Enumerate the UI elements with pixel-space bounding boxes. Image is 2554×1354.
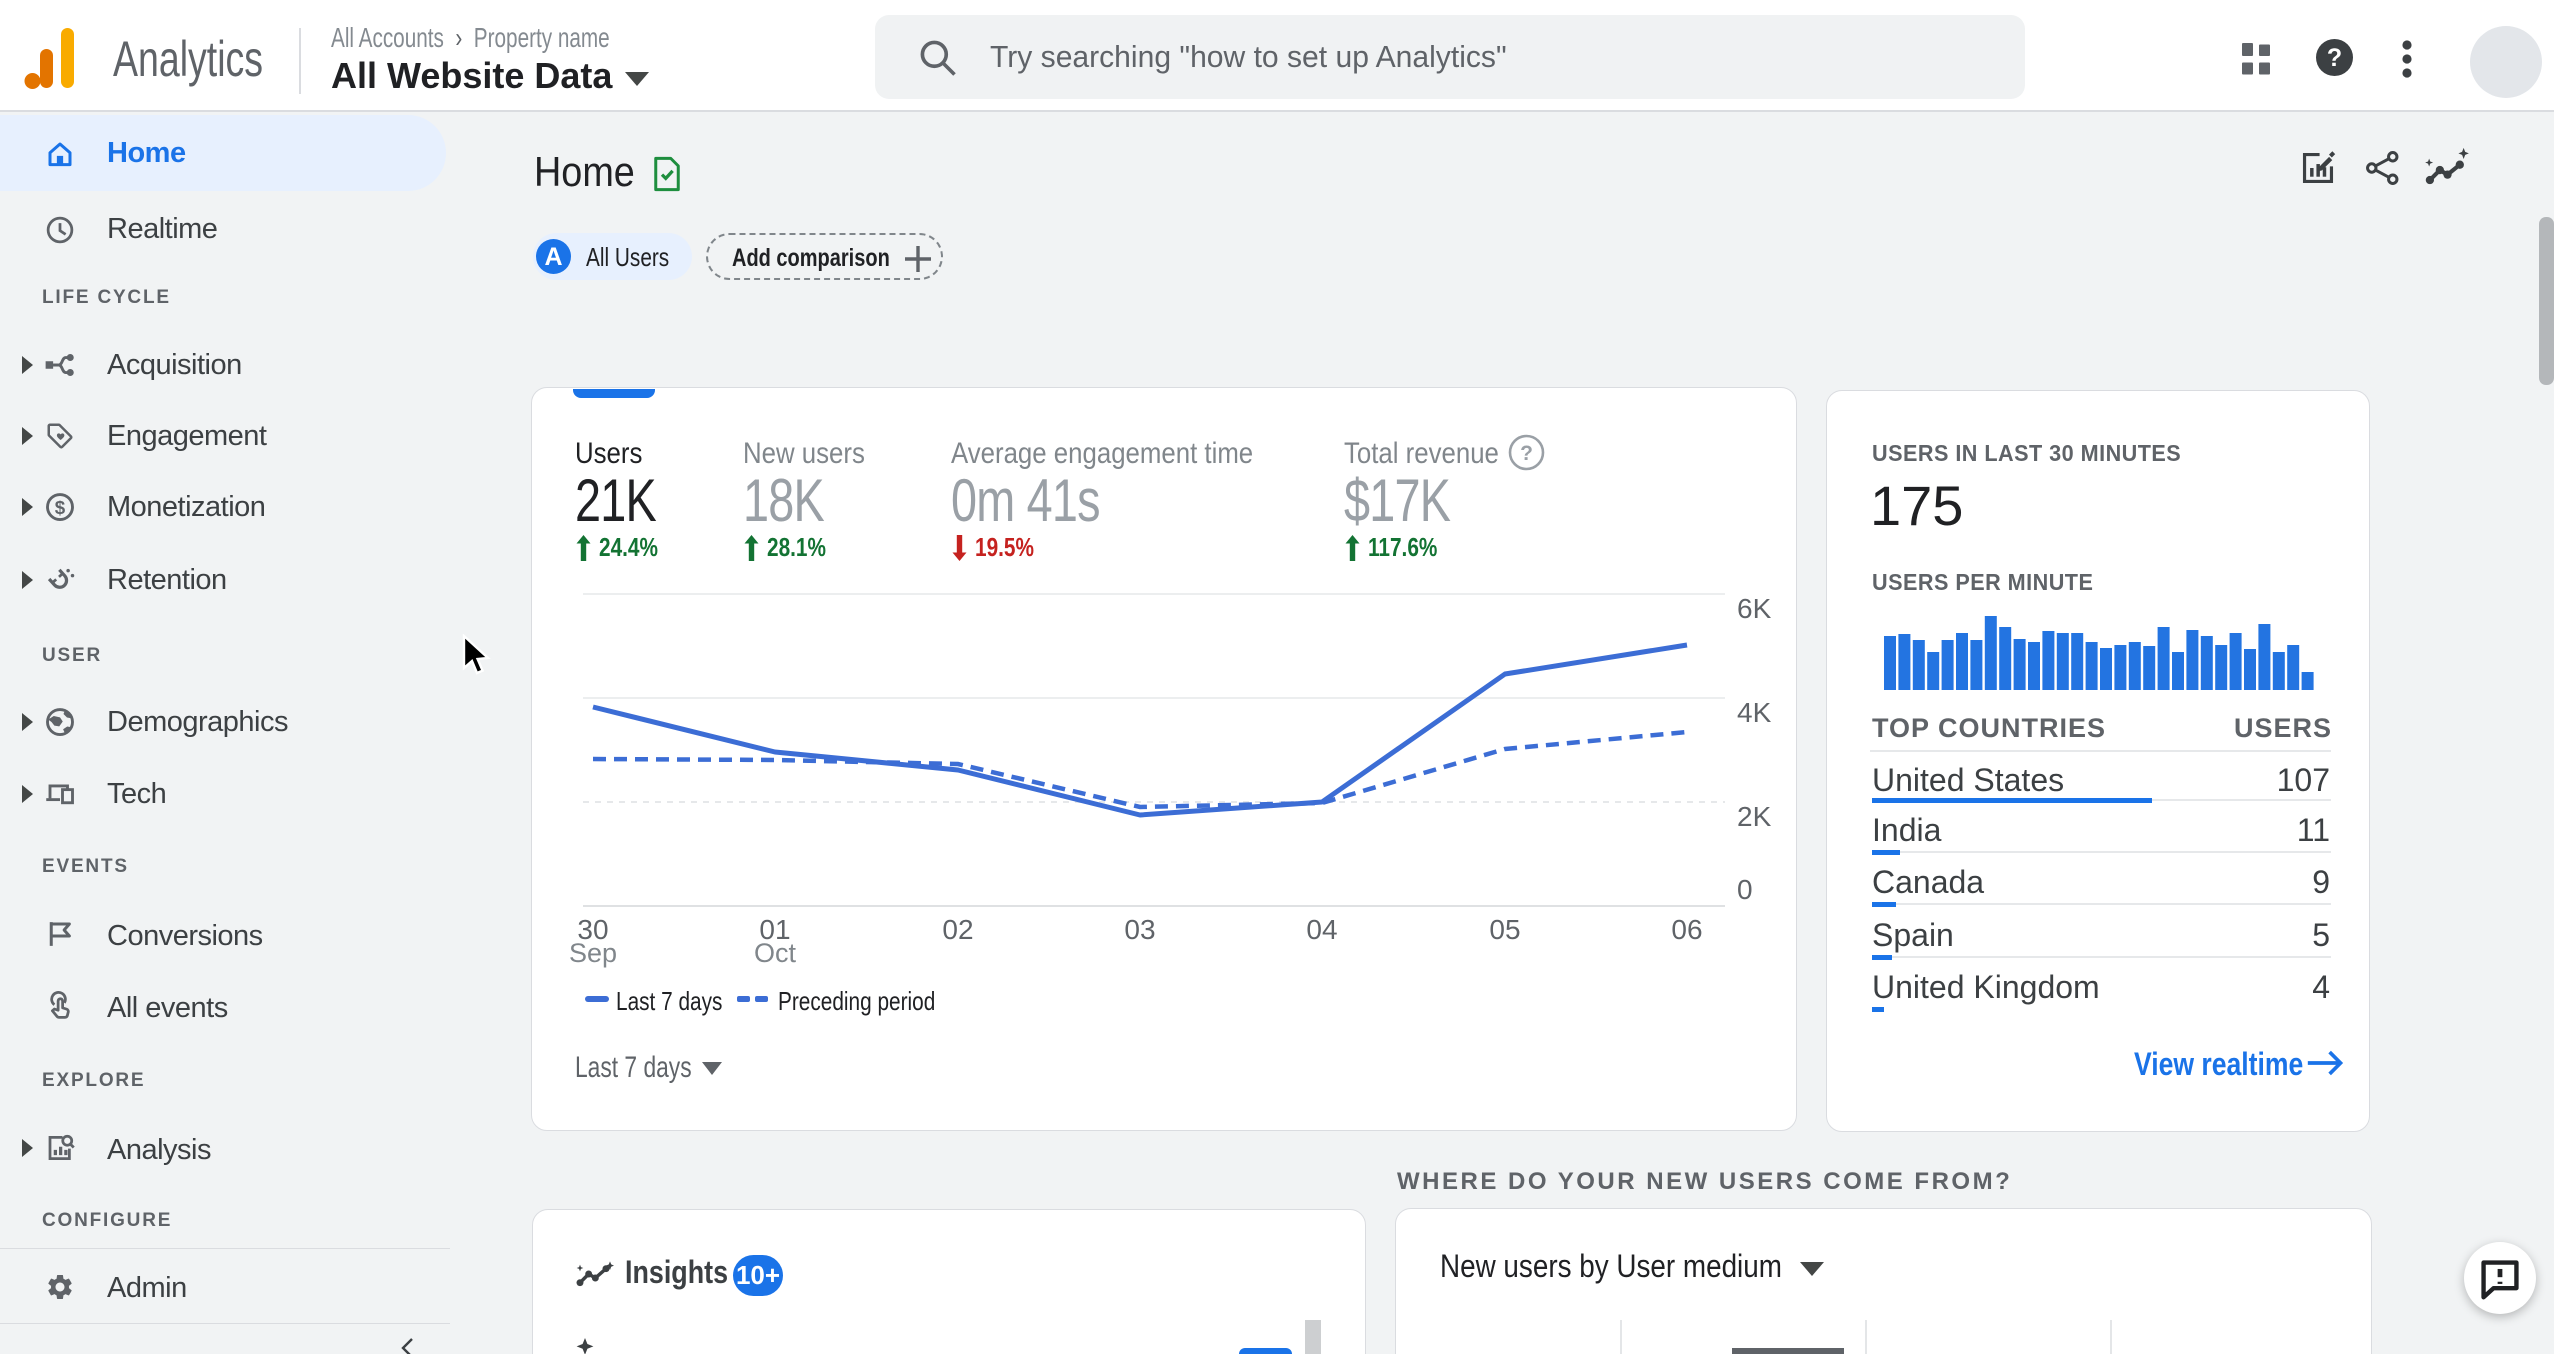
svg-text:$: $ [55,497,66,518]
svg-text:?: ? [1520,442,1533,465]
